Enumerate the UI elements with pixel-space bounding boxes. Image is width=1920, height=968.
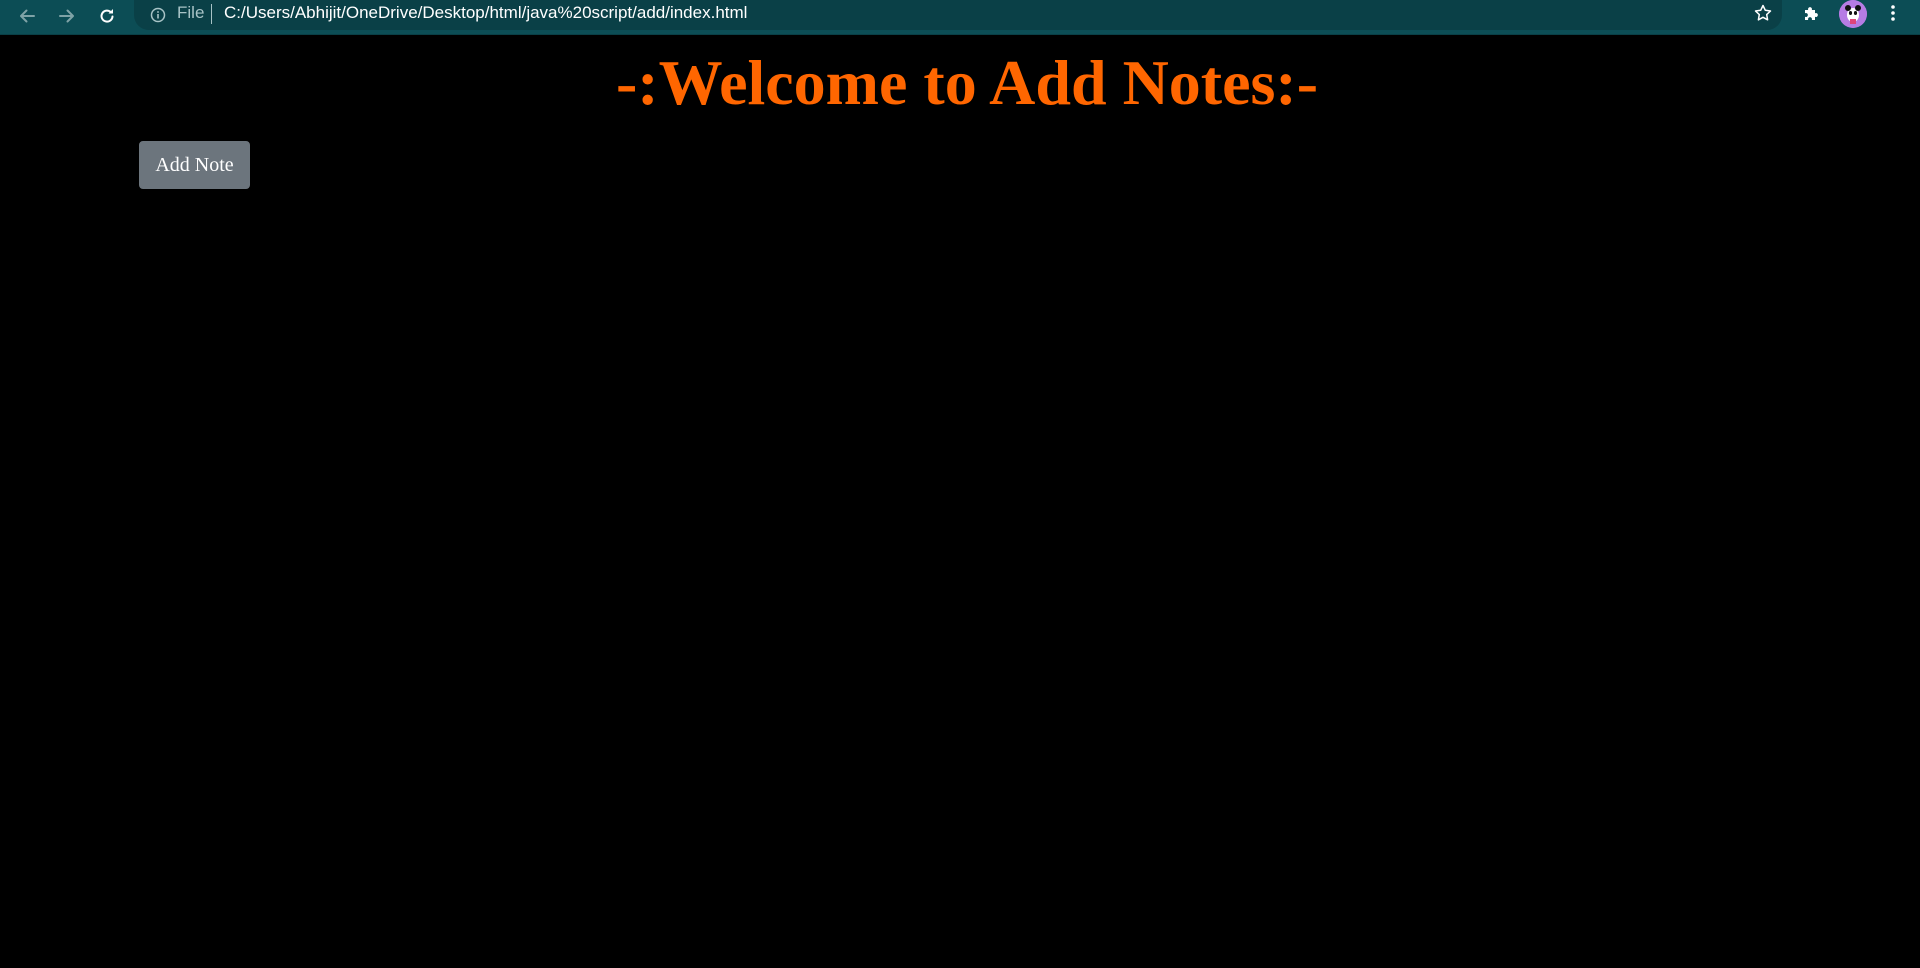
browser-toolbar: File C:/Users/Abhijit/OneDrive/Desktop/h… [0, 0, 1920, 35]
address-bar[interactable]: File C:/Users/Abhijit/OneDrive/Desktop/h… [134, 0, 1782, 30]
star-icon [1753, 3, 1773, 28]
url-text[interactable]: C:/Users/Abhijit/OneDrive/Desktop/html/j… [224, 3, 747, 23]
profile-picture-icon [1839, 0, 1867, 28]
add-note-button[interactable]: Add Note [139, 141, 250, 189]
avatar[interactable] [1839, 0, 1867, 28]
kebab-menu-icon [1883, 3, 1903, 28]
scheme-divider [211, 4, 212, 24]
scheme-label[interactable]: File [177, 3, 204, 23]
back-button[interactable] [12, 2, 42, 30]
forward-button[interactable] [52, 2, 82, 30]
puzzle-icon [1802, 3, 1822, 28]
back-arrow-icon [17, 6, 37, 26]
forward-arrow-icon [57, 6, 77, 26]
extensions-button[interactable] [1797, 1, 1827, 29]
reload-button[interactable] [92, 2, 122, 30]
bookmark-button[interactable] [1750, 3, 1776, 27]
page-title: -:Welcome to Add Notes:- [615, 47, 1319, 118]
page-content: -:Welcome to Add Notes:- Add Note [0, 35, 1920, 968]
browser-menu-button[interactable] [1878, 1, 1908, 29]
info-icon[interactable] [149, 6, 167, 24]
reload-icon [97, 6, 117, 26]
